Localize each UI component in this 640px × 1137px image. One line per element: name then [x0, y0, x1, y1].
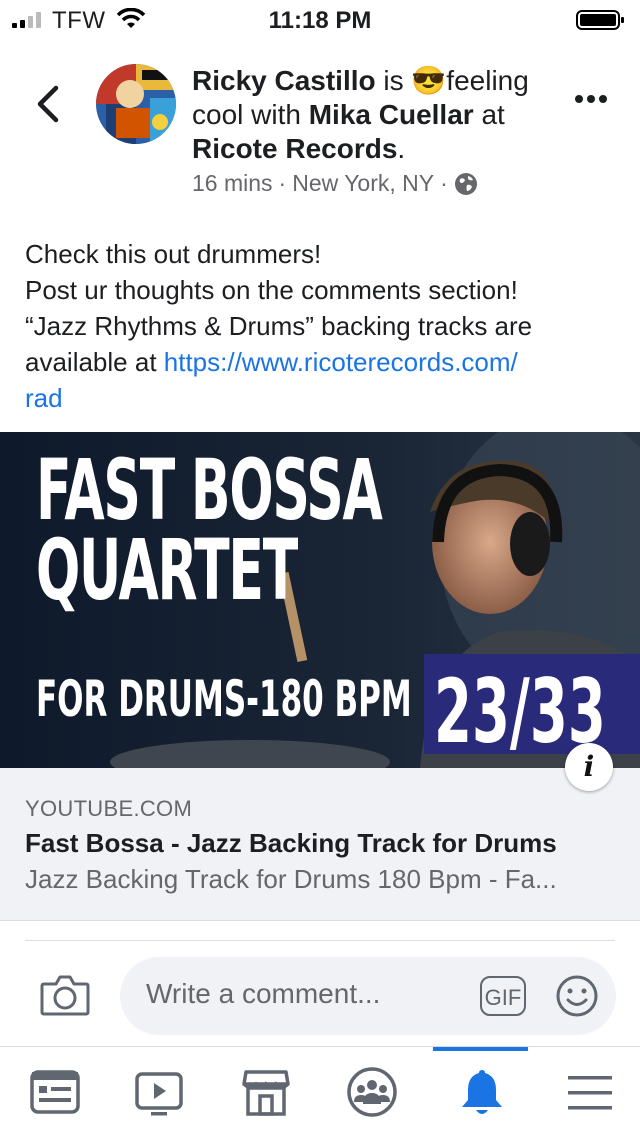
author-name[interactable]: Ricky Castillo — [192, 65, 376, 96]
place-name[interactable]: Ricote Records — [192, 133, 397, 164]
status-time: 11:18 PM — [268, 7, 372, 34]
post-line: Post ur thoughts on the comments section… — [25, 275, 518, 305]
post-time[interactable]: 16 mins — [192, 170, 273, 197]
post-line: Check this out drummers! — [25, 239, 322, 269]
battery-icon — [576, 10, 624, 30]
globe-icon — [454, 172, 477, 195]
link-domain: YOUTUBE.COM — [25, 796, 193, 821]
back-chevron-icon[interactable] — [34, 84, 62, 124]
thumbnail-title-line: FAST BOSSA — [36, 441, 383, 539]
thumbnail-subtitle: FOR DRUMS-180 BPM — [36, 670, 412, 728]
meta-separator: · — [278, 170, 287, 196]
post-line-prefix: available at — [25, 347, 164, 377]
sunglasses-emoji-icon: 😎 — [411, 65, 447, 96]
tagged-friend[interactable]: Mika Cuellar — [309, 99, 474, 130]
post-link-continued[interactable]: rad — [25, 380, 620, 416]
notifications-icon[interactable] — [456, 1066, 508, 1118]
watch-icon[interactable] — [133, 1066, 185, 1118]
emoji-icon[interactable] — [555, 974, 599, 1018]
comment-placeholder: Write a comment... — [146, 978, 381, 1009]
link-title[interactable]: Fast Bossa - Jazz Backing Track for Drum… — [25, 828, 557, 859]
status-bar: TFW 11:18 PM — [0, 0, 640, 40]
post-body: Check this out drummers! Post ur thought… — [25, 236, 620, 416]
period: . — [397, 133, 406, 164]
link-description: Jazz Backing Track for Drums 180 Bpm - F… — [25, 864, 557, 894]
tab-bar — [0, 1046, 640, 1137]
more-options-icon[interactable] — [574, 94, 608, 104]
gif-button[interactable]: GIF — [480, 976, 526, 1016]
marketplace-icon[interactable] — [240, 1066, 292, 1118]
active-tab-indicator — [433, 1047, 528, 1051]
avatar-artwork — [96, 64, 176, 144]
thumbnail-title: FAST BOSSA QUARTET — [36, 441, 383, 619]
post-header-text: Ricky Castillo is 😎feeling cool with Mik… — [192, 64, 552, 166]
post-line: “Jazz Rhythms & Drums” backing tracks ar… — [25, 311, 533, 341]
at-text: at — [473, 99, 505, 130]
feeling-prefix: is — [375, 65, 412, 96]
post-location[interactable]: New York, NY — [292, 170, 434, 197]
camera-icon[interactable] — [40, 972, 90, 1016]
post-link[interactable]: https://www.ricoterecords.com/ — [164, 347, 518, 377]
post-line: available at https://www.ricoterecords.c… — [25, 344, 620, 380]
post-meta: 16 mins · New York, NY · — [192, 170, 478, 197]
divider — [25, 940, 615, 941]
info-icon[interactable]: i — [565, 743, 613, 791]
thumbnail-badge: 23/33 — [424, 654, 640, 763]
meta-separator: · — [440, 170, 448, 196]
link-preview-image[interactable]: FAST BOSSA QUARTET FOR DRUMS-180 BPM 23/… — [0, 432, 640, 768]
author-avatar[interactable] — [96, 64, 176, 144]
thumbnail-title-line: QUARTET — [36, 521, 298, 619]
groups-icon[interactable] — [346, 1066, 398, 1118]
news-feed-icon[interactable] — [29, 1066, 81, 1118]
menu-icon[interactable] — [564, 1066, 616, 1118]
